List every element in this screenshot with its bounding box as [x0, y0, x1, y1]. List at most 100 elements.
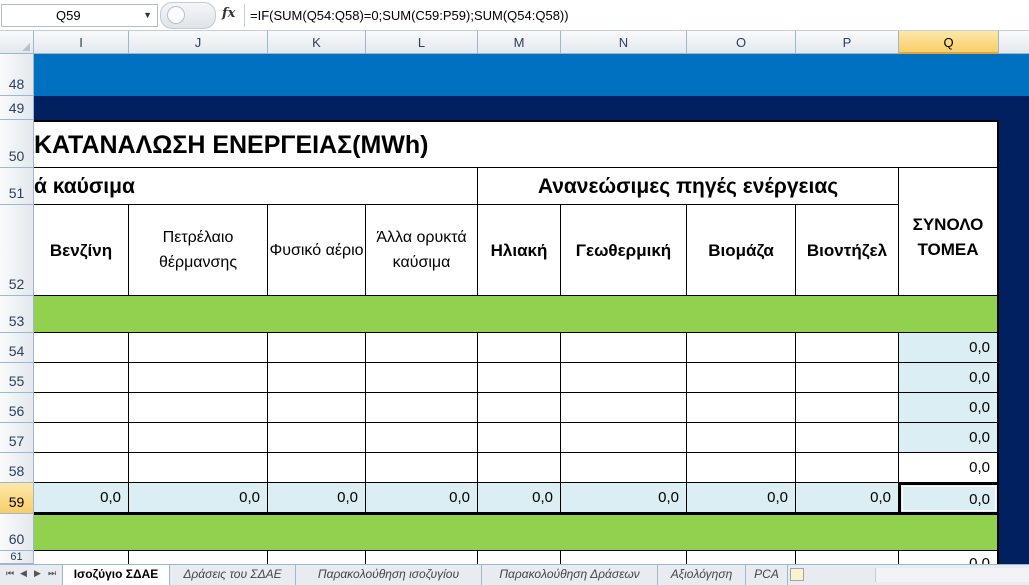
- row-header-51[interactable]: 51: [0, 168, 34, 205]
- data-cell[interactable]: [478, 333, 561, 363]
- data-cell[interactable]: [268, 551, 366, 564]
- data-cell[interactable]: [129, 333, 268, 363]
- column-header-p[interactable]: P: [796, 31, 899, 54]
- tab-parakolouthisi-isozygiou[interactable]: Παρακολούθηση ισοζυγίου: [296, 565, 482, 585]
- tab-isozygio[interactable]: Ισοζύγιο ΣΔΑΕ: [62, 565, 170, 585]
- band-green[interactable]: [34, 296, 999, 333]
- data-cell[interactable]: [561, 551, 687, 564]
- subheader-biodiesel[interactable]: Βιοντήζελ: [796, 205, 899, 296]
- data-cell[interactable]: [34, 393, 129, 423]
- data-cell[interactable]: [366, 423, 478, 453]
- column-header-o[interactable]: O: [687, 31, 796, 54]
- data-cell[interactable]: [561, 363, 687, 393]
- sum-cell[interactable]: 0,0: [561, 483, 687, 514]
- data-cell[interactable]: [129, 393, 268, 423]
- data-cell[interactable]: [561, 423, 687, 453]
- data-cell[interactable]: [796, 393, 899, 423]
- group-header-renewable[interactable]: Ανανεώσιμες πηγές ενέργειας: [478, 168, 899, 205]
- horizontal-scrollbar[interactable]: [875, 568, 1029, 582]
- sum-cell[interactable]: 0,0: [478, 483, 561, 514]
- prev-sheet-icon[interactable]: ◀: [20, 568, 27, 579]
- chevron-down-icon[interactable]: ▼: [143, 5, 152, 26]
- band-green-2[interactable]: [34, 514, 999, 551]
- first-sheet-icon[interactable]: ⏮: [6, 568, 14, 579]
- row-header-59[interactable]: 59: [0, 483, 34, 514]
- data-cell[interactable]: [796, 363, 899, 393]
- column-header-m[interactable]: M: [478, 31, 561, 54]
- data-cell[interactable]: [796, 423, 899, 453]
- tab-pca[interactable]: PCA: [746, 565, 788, 585]
- row-header-54[interactable]: 54: [0, 333, 34, 363]
- row-header-55[interactable]: 55: [0, 363, 34, 393]
- subheader-natural-gas[interactable]: Φυσικό αέριο: [268, 205, 366, 296]
- data-cell[interactable]: [478, 551, 561, 564]
- table-title[interactable]: ΚΑΤΑΝΑΛΩΣΗ ΕΝΕΡΓΕΙΑΣ(MWh): [34, 120, 999, 168]
- tab-axiologisi[interactable]: Αξιολόγηση: [658, 565, 746, 585]
- data-cell[interactable]: [478, 363, 561, 393]
- row-header-49[interactable]: 49: [0, 96, 34, 120]
- total-cell[interactable]: 0,0: [899, 333, 999, 363]
- sum-cell[interactable]: 0,0: [796, 483, 899, 514]
- data-cell[interactable]: [796, 551, 899, 564]
- data-cell[interactable]: [687, 551, 796, 564]
- subheader-other-fossil[interactable]: Άλλα ορυκτά καύσιμα: [366, 205, 478, 296]
- data-cell[interactable]: [366, 453, 478, 483]
- row-header-56[interactable]: 56: [0, 393, 34, 423]
- next-sheet-icon[interactable]: ▶: [34, 568, 41, 579]
- data-cell[interactable]: [34, 423, 129, 453]
- data-cell[interactable]: [366, 551, 478, 564]
- total-cell[interactable]: 0,0: [899, 363, 999, 393]
- tab-parakolouthisi-draseon[interactable]: Παρακολούθηση Δράσεων: [482, 565, 658, 585]
- data-cell[interactable]: [268, 363, 366, 393]
- data-cell[interactable]: [687, 363, 796, 393]
- total-header[interactable]: ΣΥΝΟΛΟ ΤΟΜΕΑ: [899, 168, 999, 296]
- total-cell[interactable]: 0,0: [899, 551, 999, 564]
- data-cell[interactable]: [129, 363, 268, 393]
- data-cell[interactable]: [129, 551, 268, 564]
- data-cell[interactable]: [687, 333, 796, 363]
- data-cell[interactable]: [366, 393, 478, 423]
- row-header-61[interactable]: 61: [0, 551, 34, 564]
- formula-input[interactable]: =IF(SUM(Q54:Q58)=0;SUM(C59:P59);SUM(Q54:…: [250, 4, 569, 27]
- subheader-heating-oil[interactable]: Πετρέλαιο θέρμανσης: [129, 205, 268, 296]
- data-cell[interactable]: [366, 333, 478, 363]
- last-sheet-icon[interactable]: ⏭: [48, 568, 56, 579]
- data-cell[interactable]: [687, 453, 796, 483]
- data-cell[interactable]: [268, 423, 366, 453]
- data-cell[interactable]: [268, 453, 366, 483]
- sum-cell[interactable]: 0,0: [34, 483, 129, 514]
- data-cell[interactable]: [796, 453, 899, 483]
- data-cell[interactable]: [561, 393, 687, 423]
- column-header-j[interactable]: J: [129, 31, 268, 54]
- column-header-l[interactable]: L: [366, 31, 478, 54]
- formula-bar-resize-handle[interactable]: [160, 2, 216, 29]
- data-cell[interactable]: [478, 423, 561, 453]
- data-cell[interactable]: [129, 453, 268, 483]
- data-cell[interactable]: [478, 393, 561, 423]
- data-cell[interactable]: [268, 333, 366, 363]
- column-header-k[interactable]: K: [268, 31, 366, 54]
- name-box[interactable]: Q59 ▼: [1, 4, 158, 27]
- data-cell[interactable]: [34, 453, 129, 483]
- total-cell[interactable]: 0,0: [899, 423, 999, 453]
- sum-cell[interactable]: 0,0: [366, 483, 478, 514]
- total-cell[interactable]: 0,0: [899, 393, 999, 423]
- row-header-50[interactable]: 50: [0, 120, 34, 168]
- row-header-60[interactable]: 60: [0, 514, 34, 551]
- row-header-58[interactable]: 58: [0, 453, 34, 483]
- data-cell[interactable]: [268, 393, 366, 423]
- column-header-n[interactable]: N: [561, 31, 687, 54]
- insert-sheet-icon[interactable]: [790, 568, 804, 581]
- subheader-solar[interactable]: Ηλιακή: [478, 205, 561, 296]
- sum-cell[interactable]: 0,0: [129, 483, 268, 514]
- insert-function-icon[interactable]: fx: [222, 6, 235, 21]
- data-cell[interactable]: [34, 363, 129, 393]
- data-cell[interactable]: [561, 453, 687, 483]
- sum-cell[interactable]: 0,0: [268, 483, 366, 514]
- column-header-q[interactable]: Q: [899, 31, 999, 54]
- select-all-button[interactable]: [0, 31, 34, 54]
- data-cell[interactable]: [796, 333, 899, 363]
- group-header-fossil[interactable]: ά καύσιμα: [34, 168, 478, 205]
- row-header-57[interactable]: 57: [0, 423, 34, 453]
- subheader-geothermal[interactable]: Γεωθερμική: [561, 205, 687, 296]
